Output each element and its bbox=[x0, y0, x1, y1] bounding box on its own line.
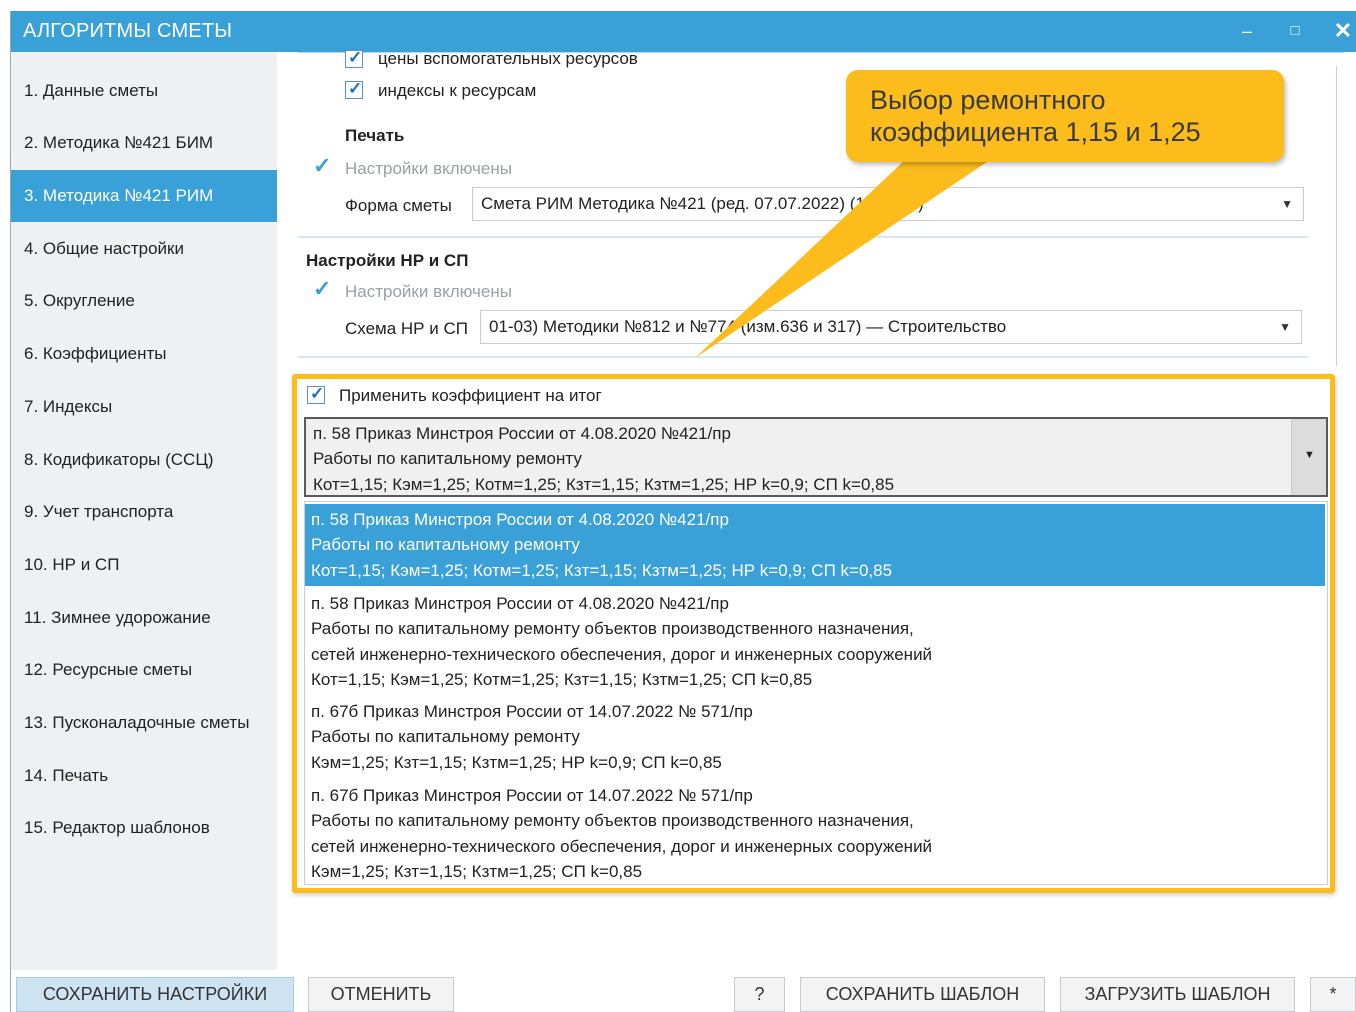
scheme-select-value: 01-03) Методики №812 и №774 (изм.636 и 3… bbox=[489, 317, 1007, 336]
sidebar-item-print[interactable]: 14. Печать bbox=[11, 750, 277, 802]
close-icon[interactable]: ✕ bbox=[1329, 17, 1356, 45]
print-heading: Печать bbox=[345, 126, 405, 145]
scheme-label: Схема НР и СП bbox=[345, 319, 468, 338]
nrsp-enabled-label: Настройки включены bbox=[345, 282, 512, 301]
sidebar-item-template-editor[interactable]: 15. Редактор шаблонов bbox=[11, 802, 277, 854]
sidebar-item-general[interactable]: 4. Общие настройки bbox=[11, 223, 277, 275]
callout-line-2: коэффициента 1,15 и 1,25 bbox=[870, 117, 1201, 147]
divider bbox=[298, 236, 1308, 238]
res-indexes-checkbox[interactable]: ✓ bbox=[345, 79, 363, 99]
sidebar-item-transport[interactable]: 9. Учет транспорта bbox=[11, 486, 277, 538]
check-icon: ✓ bbox=[348, 48, 363, 67]
help-button[interactable]: ? bbox=[734, 977, 785, 1012]
check-icon: ✓ bbox=[313, 276, 332, 301]
save-template-button[interactable]: СОХРАНИТЬ ШАБЛОН bbox=[800, 977, 1045, 1012]
sidebar-item-coefficients[interactable]: 6. Коэффициенты bbox=[11, 328, 277, 380]
form-select-value: Смета РИМ Методика №421 (ред. 07.07.2022… bbox=[481, 194, 924, 213]
sidebar-item-method-rim[interactable]: 3. Методика №421 РИМ bbox=[11, 170, 277, 222]
load-template-button[interactable]: ЗАГРУЗИТЬ ШАБЛОН bbox=[1060, 977, 1295, 1012]
sidebar-item-method-bim[interactable]: 2. Методика №421 БИМ bbox=[11, 117, 277, 169]
scheme-select[interactable]: 01-03) Методики №812 и №774 (изм.636 и 3… bbox=[480, 310, 1302, 344]
sidebar-item-resource[interactable]: 12. Ресурсные сметы bbox=[11, 644, 277, 696]
print-enabled-label: Настройки включены bbox=[345, 159, 512, 178]
sidebar-item-nr-sp[interactable]: 10. НР и СП bbox=[11, 539, 277, 591]
sidebar-nav: 1. Данные сметы 2. Методика №421 БИМ 3. … bbox=[11, 52, 277, 970]
sidebar-item-codifiers[interactable]: 8. Кодификаторы (ССЦ) bbox=[11, 434, 277, 486]
minimize-icon[interactable]: – bbox=[1233, 17, 1261, 45]
highlight-frame bbox=[292, 374, 1335, 893]
divider bbox=[298, 356, 1308, 358]
cancel-button[interactable]: ОТМЕНИТЬ bbox=[308, 977, 454, 1012]
sidebar-item-estimate-data[interactable]: 1. Данные сметы bbox=[11, 65, 277, 117]
title-bar: АЛГОРИТМЫ СМЕТЫ – □ ✕ bbox=[11, 11, 1356, 52]
form-select[interactable]: Смета РИМ Методика №421 (ред. 07.07.2022… bbox=[472, 187, 1304, 221]
check-icon: ✓ bbox=[313, 153, 332, 178]
res-indexes-label: индексы к ресурсам bbox=[378, 81, 537, 100]
nrsp-heading: Настройки НР и СП bbox=[306, 251, 469, 270]
aux-prices-label: цены вспомогательных ресурсов bbox=[378, 49, 638, 68]
form-label: Форма сметы bbox=[345, 196, 452, 215]
sidebar-item-commissioning[interactable]: 13. Пусконаладочные сметы bbox=[11, 697, 277, 749]
callout-line-1: Выбор ремонтного bbox=[870, 85, 1106, 115]
save-settings-button[interactable]: СОХРАНИТЬ НАСТРОЙКИ bbox=[16, 977, 294, 1012]
sidebar-item-rounding[interactable]: 5. Округление bbox=[11, 275, 277, 327]
chevron-down-icon: ▼ bbox=[1281, 197, 1293, 211]
extra-button[interactable]: * bbox=[1310, 977, 1356, 1012]
chevron-down-icon: ▼ bbox=[1279, 320, 1291, 334]
window-title: АЛГОРИТМЫ СМЕТЫ bbox=[23, 20, 233, 42]
sidebar-item-winter[interactable]: 11. Зимнее удорожание bbox=[11, 592, 277, 644]
maximize-icon[interactable]: □ bbox=[1281, 17, 1309, 45]
aux-prices-checkbox[interactable]: ✓ bbox=[345, 48, 363, 68]
callout-box: Выбор ремонтного коэффициента 1,15 и 1,2… bbox=[846, 70, 1284, 162]
divider bbox=[1336, 66, 1337, 366]
sidebar-item-indexes[interactable]: 7. Индексы bbox=[11, 381, 277, 433]
check-icon: ✓ bbox=[348, 79, 363, 98]
